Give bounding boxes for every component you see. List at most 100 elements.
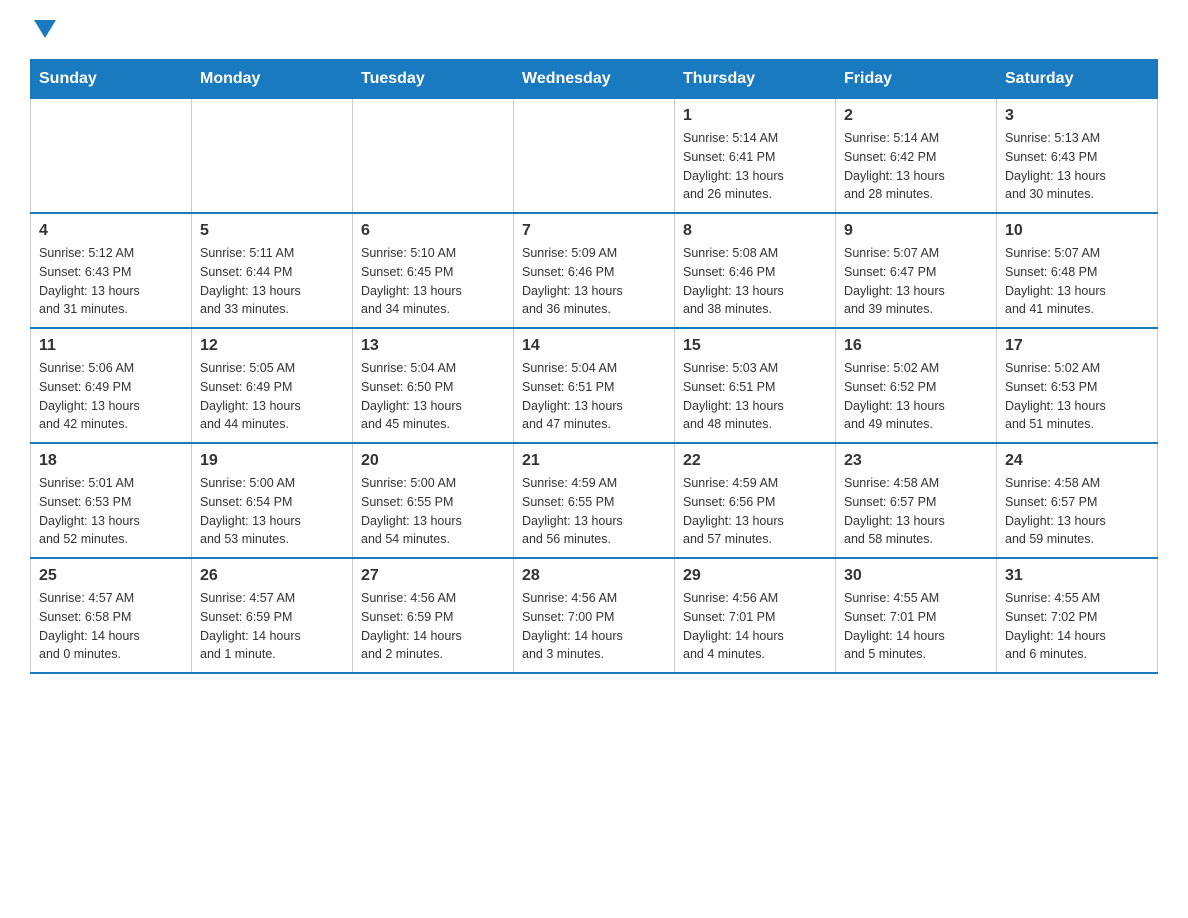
calendar-table: SundayMondayTuesdayWednesdayThursdayFrid…: [30, 59, 1158, 674]
day-info: Sunrise: 4:55 AM Sunset: 7:02 PM Dayligh…: [1005, 589, 1149, 664]
day-number: 30: [844, 567, 988, 585]
day-number: 31: [1005, 567, 1149, 585]
calendar-cell: 28Sunrise: 4:56 AM Sunset: 7:00 PM Dayli…: [514, 558, 675, 673]
calendar-cell: 1 Sunrise: 5:14 AM Sunset: 6:41 PM Daylig…: [675, 99, 836, 214]
weekday-header-sunday: Sunday: [31, 60, 192, 99]
calendar-cell: [192, 99, 353, 214]
logo-arrow-icon: [34, 20, 56, 43]
calendar-cell: 30 Sunrise: 4:55 AM Sunset: 7:01 PM Dayli…: [836, 558, 997, 673]
calendar-cell: 20Sunrise: 5:00 AM Sunset: 6:55 PM Dayli…: [353, 443, 514, 558]
calendar-cell: 27Sunrise: 4:56 AM Sunset: 6:59 PM Dayli…: [353, 558, 514, 673]
day-info: Sunrise: 5:07 AM Sunset: 6:48 PM Dayligh…: [1005, 244, 1149, 319]
calendar-cell: 15 Sunrise: 5:03 AM Sunset: 6:51 PM Dayli…: [675, 328, 836, 443]
calendar-cell: [31, 99, 192, 214]
calendar-week-row: 18 Sunrise: 5:01 AM Sunset: 6:53 PM Dayli…: [31, 443, 1158, 558]
day-info: Sunrise: 4:56 AM Sunset: 7:01 PM Dayligh…: [683, 589, 827, 664]
calendar-week-row: 1 Sunrise: 5:14 AM Sunset: 6:41 PM Daylig…: [31, 99, 1158, 214]
calendar-cell: 6Sunrise: 5:10 AM Sunset: 6:45 PM Daylig…: [353, 213, 514, 328]
day-number: 8: [683, 222, 827, 240]
day-number: 19: [200, 452, 344, 470]
day-info: Sunrise: 4:59 AM Sunset: 6:55 PM Dayligh…: [522, 474, 666, 549]
calendar-header-row: SundayMondayTuesdayWednesdayThursdayFrid…: [31, 60, 1158, 99]
day-info: Sunrise: 4:58 AM Sunset: 6:57 PM Dayligh…: [844, 474, 988, 549]
day-number: 17: [1005, 337, 1149, 355]
day-number: 29: [683, 567, 827, 585]
day-number: 26: [200, 567, 344, 585]
day-info: Sunrise: 5:03 AM Sunset: 6:51 PM Dayligh…: [683, 359, 827, 434]
calendar-cell: 9 Sunrise: 5:07 AM Sunset: 6:47 PM Daylig…: [836, 213, 997, 328]
day-info: Sunrise: 5:11 AM Sunset: 6:44 PM Dayligh…: [200, 244, 344, 319]
day-info: Sunrise: 5:08 AM Sunset: 6:46 PM Dayligh…: [683, 244, 827, 319]
day-number: 20: [361, 452, 505, 470]
calendar-cell: 3Sunrise: 5:13 AM Sunset: 6:43 PM Daylig…: [997, 99, 1158, 214]
calendar-cell: 21 Sunrise: 4:59 AM Sunset: 6:55 PM Dayli…: [514, 443, 675, 558]
day-info: Sunrise: 5:13 AM Sunset: 6:43 PM Dayligh…: [1005, 129, 1149, 204]
day-info: Sunrise: 4:55 AM Sunset: 7:01 PM Dayligh…: [844, 589, 988, 664]
weekday-header-saturday: Saturday: [997, 60, 1158, 99]
day-number: 23: [844, 452, 988, 470]
weekday-header-wednesday: Wednesday: [514, 60, 675, 99]
day-number: 4: [39, 222, 183, 240]
calendar-cell: 29 Sunrise: 4:56 AM Sunset: 7:01 PM Dayli…: [675, 558, 836, 673]
calendar-cell: 22 Sunrise: 4:59 AM Sunset: 6:56 PM Dayli…: [675, 443, 836, 558]
calendar-cell: 4 Sunrise: 5:12 AM Sunset: 6:43 PM Daylig…: [31, 213, 192, 328]
day-info: Sunrise: 5:01 AM Sunset: 6:53 PM Dayligh…: [39, 474, 183, 549]
day-info: Sunrise: 5:12 AM Sunset: 6:43 PM Dayligh…: [39, 244, 183, 319]
calendar-cell: 24 Sunrise: 4:58 AM Sunset: 6:57 PM Dayli…: [997, 443, 1158, 558]
day-info: Sunrise: 5:09 AM Sunset: 6:46 PM Dayligh…: [522, 244, 666, 319]
calendar-cell: 12Sunrise: 5:05 AM Sunset: 6:49 PM Dayli…: [192, 328, 353, 443]
day-info: Sunrise: 5:06 AM Sunset: 6:49 PM Dayligh…: [39, 359, 183, 434]
calendar-cell: 16Sunrise: 5:02 AM Sunset: 6:52 PM Dayli…: [836, 328, 997, 443]
day-info: Sunrise: 5:07 AM Sunset: 6:47 PM Dayligh…: [844, 244, 988, 319]
day-number: 12: [200, 337, 344, 355]
day-number: 9: [844, 222, 988, 240]
day-number: 6: [361, 222, 505, 240]
day-info: Sunrise: 4:56 AM Sunset: 6:59 PM Dayligh…: [361, 589, 505, 664]
calendar-cell: [514, 99, 675, 214]
day-info: Sunrise: 4:56 AM Sunset: 7:00 PM Dayligh…: [522, 589, 666, 664]
day-info: Sunrise: 4:58 AM Sunset: 6:57 PM Dayligh…: [1005, 474, 1149, 549]
calendar-cell: 8 Sunrise: 5:08 AM Sunset: 6:46 PM Daylig…: [675, 213, 836, 328]
day-info: Sunrise: 4:57 AM Sunset: 6:59 PM Dayligh…: [200, 589, 344, 664]
calendar-cell: 14Sunrise: 5:04 AM Sunset: 6:51 PM Dayli…: [514, 328, 675, 443]
calendar-cell: 5 Sunrise: 5:11 AM Sunset: 6:44 PM Daylig…: [192, 213, 353, 328]
day-number: 24: [1005, 452, 1149, 470]
day-info: Sunrise: 5:02 AM Sunset: 6:53 PM Dayligh…: [1005, 359, 1149, 434]
calendar-week-row: 25Sunrise: 4:57 AM Sunset: 6:58 PM Dayli…: [31, 558, 1158, 673]
calendar-cell: 10 Sunrise: 5:07 AM Sunset: 6:48 PM Dayli…: [997, 213, 1158, 328]
calendar-cell: 31 Sunrise: 4:55 AM Sunset: 7:02 PM Dayli…: [997, 558, 1158, 673]
day-number: 25: [39, 567, 183, 585]
weekday-header-monday: Monday: [192, 60, 353, 99]
calendar-cell: 18 Sunrise: 5:01 AM Sunset: 6:53 PM Dayli…: [31, 443, 192, 558]
day-number: 14: [522, 337, 666, 355]
calendar-cell: 2 Sunrise: 5:14 AM Sunset: 6:42 PM Daylig…: [836, 99, 997, 214]
weekday-header-thursday: Thursday: [675, 60, 836, 99]
calendar-cell: 7 Sunrise: 5:09 AM Sunset: 6:46 PM Daylig…: [514, 213, 675, 328]
weekday-header-tuesday: Tuesday: [353, 60, 514, 99]
day-info: Sunrise: 5:14 AM Sunset: 6:42 PM Dayligh…: [844, 129, 988, 204]
calendar-cell: 13Sunrise: 5:04 AM Sunset: 6:50 PM Dayli…: [353, 328, 514, 443]
day-number: 5: [200, 222, 344, 240]
calendar-cell: 25Sunrise: 4:57 AM Sunset: 6:58 PM Dayli…: [31, 558, 192, 673]
day-number: 10: [1005, 222, 1149, 240]
day-number: 18: [39, 452, 183, 470]
logo: [30, 20, 56, 39]
calendar-cell: 19Sunrise: 5:00 AM Sunset: 6:54 PM Dayli…: [192, 443, 353, 558]
day-number: 2: [844, 107, 988, 125]
day-number: 21: [522, 452, 666, 470]
day-info: Sunrise: 5:14 AM Sunset: 6:41 PM Dayligh…: [683, 129, 827, 204]
weekday-header-friday: Friday: [836, 60, 997, 99]
calendar-cell: [353, 99, 514, 214]
day-number: 1: [683, 107, 827, 125]
calendar-cell: 17 Sunrise: 5:02 AM Sunset: 6:53 PM Dayli…: [997, 328, 1158, 443]
calendar-cell: 11Sunrise: 5:06 AM Sunset: 6:49 PM Dayli…: [31, 328, 192, 443]
calendar-week-row: 11Sunrise: 5:06 AM Sunset: 6:49 PM Dayli…: [31, 328, 1158, 443]
day-number: 22: [683, 452, 827, 470]
day-number: 15: [683, 337, 827, 355]
day-info: Sunrise: 4:59 AM Sunset: 6:56 PM Dayligh…: [683, 474, 827, 549]
calendar-week-row: 4 Sunrise: 5:12 AM Sunset: 6:43 PM Daylig…: [31, 213, 1158, 328]
day-number: 16: [844, 337, 988, 355]
page-header: [30, 20, 1158, 39]
day-number: 7: [522, 222, 666, 240]
day-number: 13: [361, 337, 505, 355]
